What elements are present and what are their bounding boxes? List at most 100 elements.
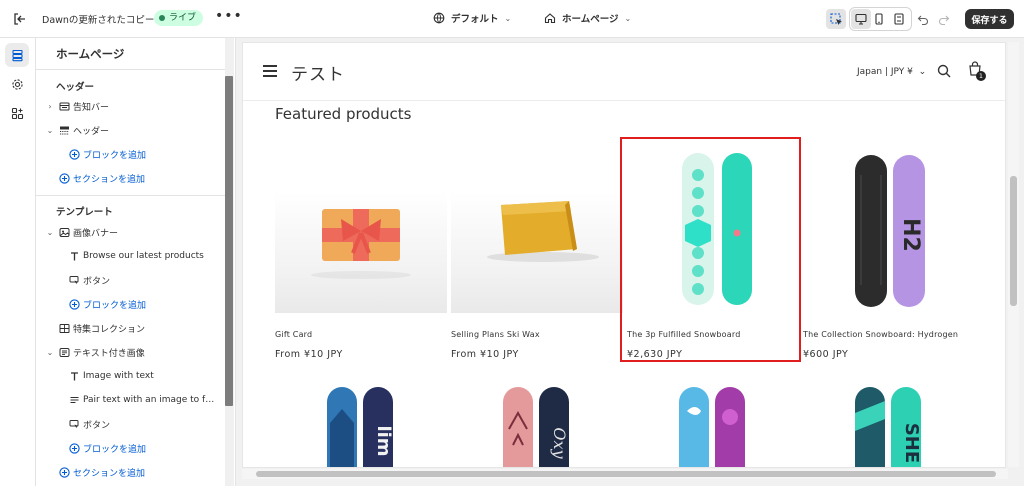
sidebar-item-label: 画像バナー (73, 228, 119, 239)
sidebar-item-image-banner[interactable]: ⌄ 画像バナー (36, 222, 224, 242)
plus-circle-icon (68, 442, 80, 454)
chevron-down-icon[interactable]: ⌄ (45, 228, 55, 237)
svg-text:H2: H2 (898, 218, 923, 252)
image-with-text-icon (58, 346, 70, 358)
store-name[interactable]: Dawnの更新されたコピー (42, 12, 154, 26)
home-icon (544, 13, 556, 24)
add-section-button[interactable]: セクションを追加 (36, 462, 224, 482)
store-preview: テスト Japan | JPY ¥ ⌄ 1 Featured products (242, 42, 1006, 468)
scrollbar-thumb[interactable] (256, 471, 996, 477)
header-section-icon (58, 124, 70, 136)
chevron-down-icon: ⌄ (624, 13, 632, 23)
fullscreen-view-icon[interactable] (889, 9, 909, 29)
product-name[interactable]: The Collection Snowboard: Hydrogen (803, 330, 958, 339)
announcement-bar-icon (58, 100, 70, 112)
sidebar-item-button-block[interactable]: ボタン (36, 270, 224, 290)
sections-icon[interactable] (5, 43, 29, 67)
add-section-label: セクションを追加 (73, 174, 146, 185)
selected-product-highlight (620, 137, 801, 362)
sidebar-item-header[interactable]: ⌄ ヘッダー (36, 120, 224, 140)
gift-card-image (311, 209, 411, 279)
preview-scrollbar-vertical[interactable] (1008, 42, 1019, 467)
ski-wax-image (487, 201, 599, 262)
product-name[interactable]: Selling Plans Ski Wax (451, 330, 540, 339)
sections-sidebar: ホームページ ヘッダー › 告知バー ⌄ ヘッダー ブロックを追加 セクションを… (36, 38, 236, 486)
store-header: テスト Japan | JPY ¥ ⌄ 1 (243, 43, 1005, 101)
app-embeds-icon[interactable] (5, 101, 29, 125)
add-block-label: ブロックを追加 (83, 300, 147, 311)
plus-circle-icon (68, 148, 80, 160)
add-section-label: セクションを追加 (73, 468, 146, 479)
theme-selector[interactable]: デフォルト ⌄ (433, 11, 511, 25)
preview-area: テスト Japan | JPY ¥ ⌄ 1 Featured products (236, 38, 1024, 486)
text-icon (68, 250, 80, 262)
sidebar-item-label: Browse our latest products (83, 251, 204, 261)
scrollbar-thumb[interactable] (1010, 176, 1017, 306)
snowboard-image[interactable]: Oxy (451, 383, 623, 468)
live-badge: ライブ (154, 10, 204, 26)
theme-settings-icon[interactable] (5, 72, 29, 96)
sidebar-item-heading-block[interactable]: Image with text (36, 366, 224, 386)
sidebar-item-announcement-bar[interactable]: › 告知バー (36, 96, 224, 116)
sidebar-item-button-block[interactable]: ボタン (36, 414, 224, 434)
store-logo[interactable]: テスト (291, 60, 345, 85)
page-selector[interactable]: ホームページ ⌄ (544, 11, 631, 25)
sidebar-item-label: ボタン (83, 276, 111, 287)
page-label: ホームページ (562, 14, 619, 25)
header-group-title: ヘッダー (56, 82, 95, 93)
more-actions-button[interactable]: ••• (215, 9, 243, 23)
featured-products-title: Featured products (275, 105, 412, 123)
button-cursor-icon (68, 274, 80, 286)
chevron-down-icon[interactable]: ⌄ (45, 348, 55, 357)
save-button[interactable]: 保存する (965, 9, 1014, 29)
sidebar-item-label: テキスト付き画像 (73, 348, 145, 359)
product-price: From ¥10 JPY (275, 349, 343, 360)
product-name[interactable]: Gift Card (275, 330, 312, 339)
plus-circle-icon (68, 298, 80, 310)
locale-selector[interactable]: Japan | JPY ¥ ⌄ (857, 67, 926, 77)
sidebar-item-text-block[interactable]: Pair text with an image to focu... (36, 390, 224, 410)
image-banner-icon (58, 226, 70, 238)
sidebar-item-heading-block[interactable]: Browse our latest products (36, 246, 224, 266)
text-icon (68, 370, 80, 382)
product-image[interactable] (275, 191, 447, 313)
plus-circle-icon (58, 172, 70, 184)
add-block-button[interactable]: ブロックを追加 (36, 438, 224, 458)
add-block-label: ブロックを追加 (83, 150, 147, 161)
sidebar-item-featured-collection[interactable]: 特集コレクション (36, 318, 224, 338)
exit-icon[interactable] (12, 11, 28, 27)
chevron-down-icon[interactable]: ⌄ (45, 126, 55, 135)
svg-text:SHE: SHE (901, 423, 922, 463)
desktop-view-icon[interactable] (851, 9, 871, 29)
template-group-title: テンプレート (56, 207, 113, 218)
add-section-button[interactable]: セクションを追加 (36, 168, 224, 188)
snowboard-image[interactable] (627, 383, 799, 468)
add-block-button[interactable]: ブロックを追加 (36, 294, 224, 314)
redo-icon[interactable] (934, 9, 954, 29)
product-image[interactable] (451, 191, 623, 313)
theme-label: デフォルト (451, 14, 499, 25)
chevron-right-icon[interactable]: › (45, 102, 55, 111)
paragraph-icon (68, 394, 80, 406)
sidebar-item-image-with-text[interactable]: ⌄ テキスト付き画像 (36, 342, 224, 362)
top-bar: Dawnの更新されたコピー ライブ ••• デフォルト ⌄ ホームページ ⌄ 保… (0, 0, 1024, 38)
cart-icon[interactable]: 1 (967, 60, 986, 81)
preview-scrollbar-horizontal[interactable] (242, 469, 1008, 479)
add-block-label: ブロックを追加 (83, 444, 147, 455)
collection-icon (58, 322, 70, 334)
left-rail (0, 38, 36, 486)
add-block-button[interactable]: ブロックを追加 (36, 144, 224, 164)
sidebar-scrollbar-thumb[interactable] (225, 76, 233, 406)
search-icon[interactable] (937, 63, 951, 82)
snowboard-image[interactable]: SHE (803, 383, 975, 468)
live-dot-icon (159, 15, 165, 21)
menu-icon[interactable] (263, 65, 277, 77)
inspector-icon[interactable] (826, 9, 846, 29)
sidebar-item-label: 告知バー (73, 102, 110, 113)
sidebar-item-label: ボタン (83, 420, 111, 431)
undo-icon[interactable] (913, 9, 933, 29)
sidebar-item-label: 特集コレクション (73, 324, 146, 335)
mobile-view-icon[interactable] (869, 9, 889, 29)
snowboard-image[interactable]: lim (275, 383, 447, 468)
product-image[interactable]: H2 (803, 145, 975, 311)
